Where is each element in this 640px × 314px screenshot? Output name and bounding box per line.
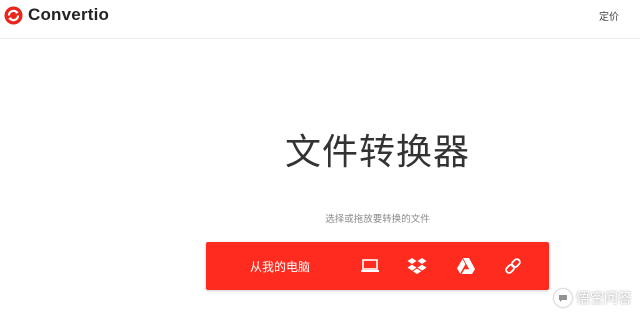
dropbox-icon[interactable] (406, 255, 428, 277)
convertio-logo-icon (4, 5, 23, 25)
pricing-link[interactable]: 定价 (599, 8, 619, 23)
upload-bar: 从我的电脑 (206, 242, 549, 290)
page-subtitle: 选择或拖放要转换的文件 (325, 214, 430, 225)
laptop-icon[interactable] (359, 255, 381, 277)
from-my-computer-button[interactable]: 从我的电脑 (250, 258, 310, 275)
top-bar: Convertio 定价 (0, 0, 640, 39)
watermark: 悟空问答 (554, 288, 632, 308)
google-drive-icon[interactable] (455, 255, 477, 277)
page-title: 文件转换器 (284, 132, 470, 173)
speech-bubble-icon (554, 289, 572, 307)
watermark-text: 悟空问答 (576, 291, 632, 307)
logo[interactable]: Convertio (4, 4, 109, 26)
brand-name: Convertio (28, 5, 110, 24)
link-icon[interactable] (502, 255, 524, 277)
